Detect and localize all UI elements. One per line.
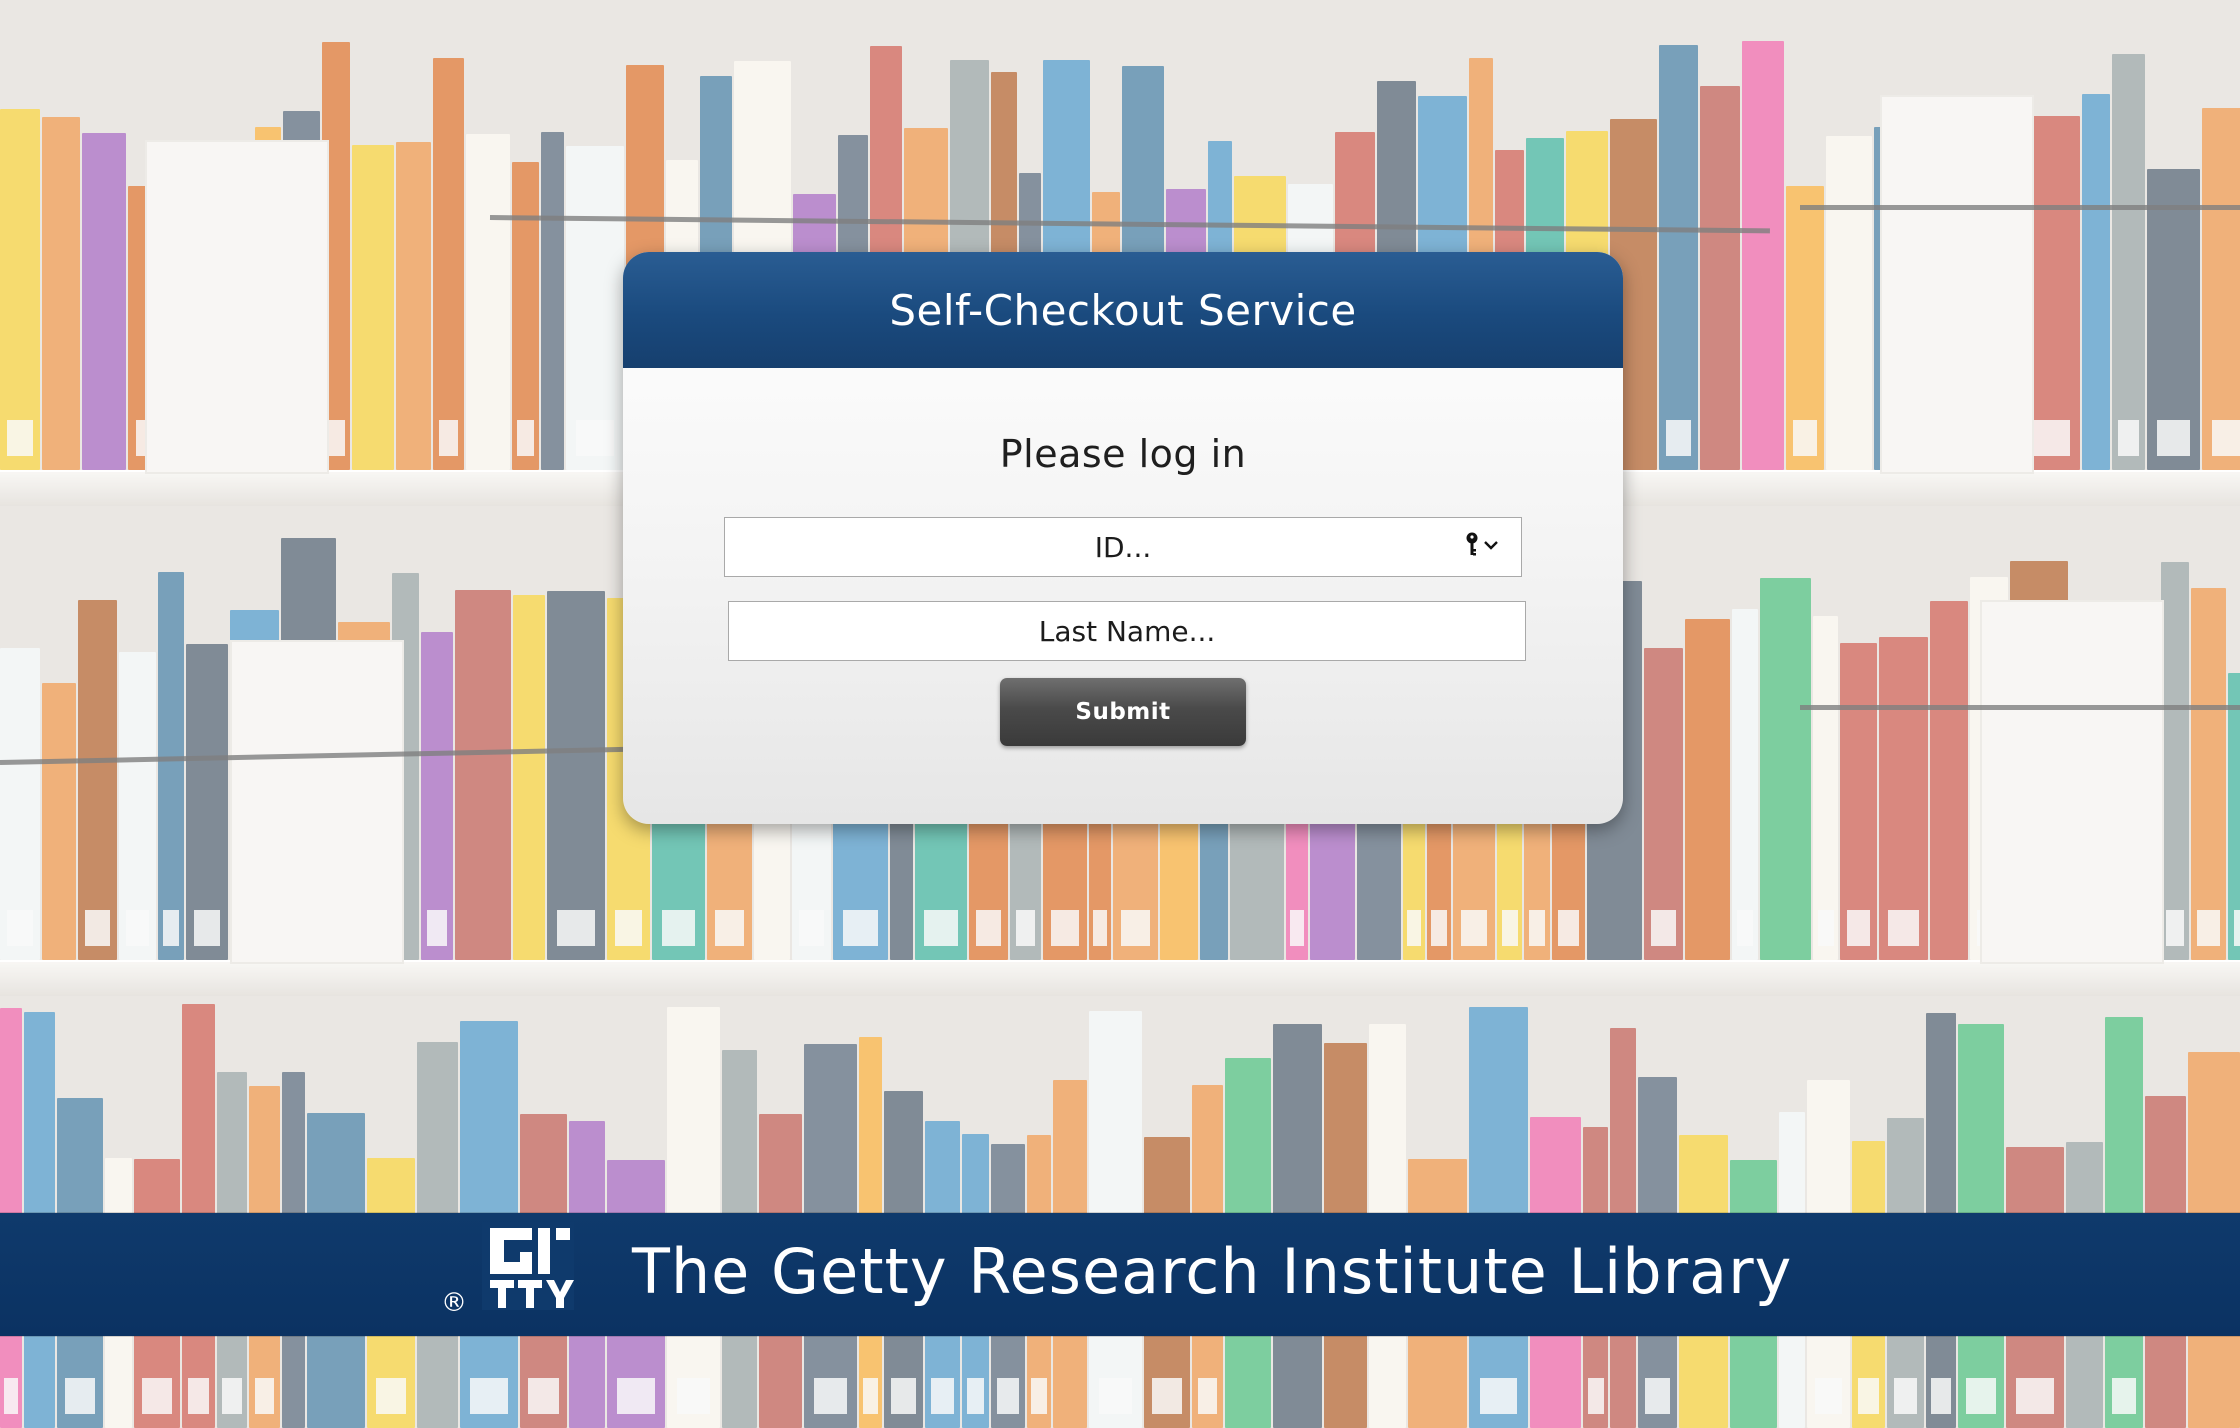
last-name-placeholder: Last Name...	[1038, 614, 1216, 648]
card-title: Self-Checkout Service	[889, 285, 1357, 335]
submit-button[interactable]: Submit	[1000, 678, 1246, 746]
id-placeholder: ID...	[1094, 530, 1152, 564]
id-input[interactable]: ID...	[724, 517, 1522, 577]
footer-banner: ® The Getty Research Institute Library	[0, 1213, 2240, 1336]
library-name: The Getty Research Institute Library	[632, 1235, 1793, 1308]
login-card: Self-Checkout Service Please log in ID..…	[623, 252, 1623, 824]
card-header: Self-Checkout Service	[623, 252, 1623, 368]
id-field-icons[interactable]	[1465, 532, 1499, 558]
last-name-input[interactable]: Last Name...	[728, 601, 1526, 661]
key-icon	[1466, 532, 1478, 556]
registered-mark: ®	[441, 1288, 467, 1318]
login-heading: Please log in	[999, 432, 1247, 476]
chevron-down-icon	[1484, 541, 1498, 550]
getty-logo-icon	[482, 1222, 574, 1310]
